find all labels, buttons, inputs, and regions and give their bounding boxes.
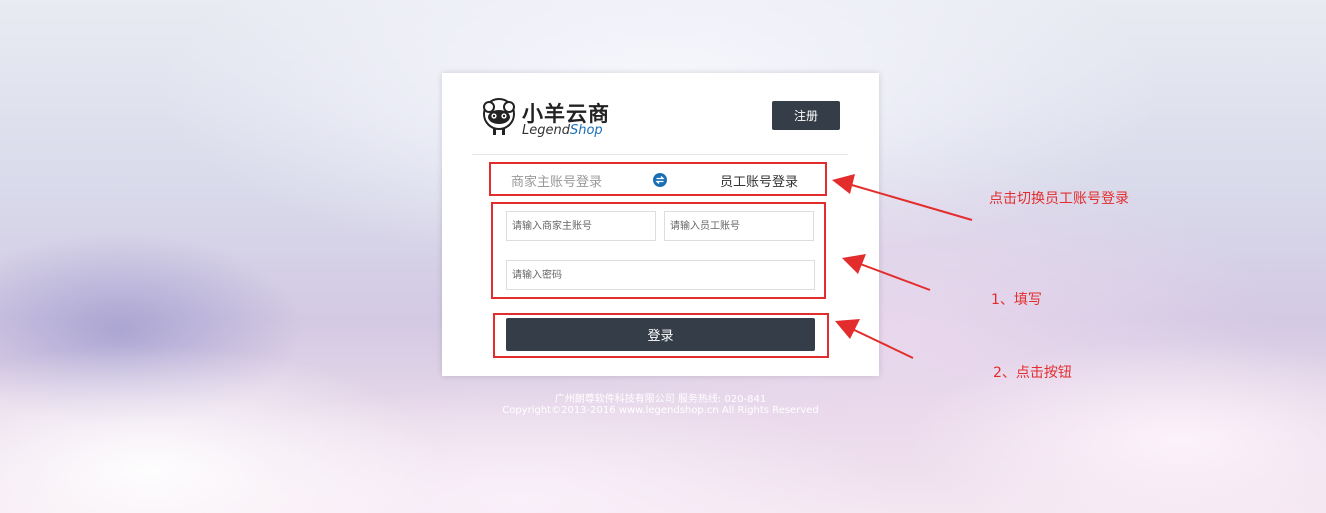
arrow-to-button-head [835, 319, 860, 339]
fill-annotation: 1、填写 [991, 292, 1042, 308]
arrow-to-tabs-head [832, 174, 855, 194]
footer-copyright-line: Copyright©2013-2016 www.legendshop.cn Al… [502, 405, 819, 416]
arrow-to-tabs-line [844, 182, 973, 221]
switch-annotation: 点击切换员工账号登录 [989, 191, 1129, 207]
click-annotation: 2、点击按钮 [993, 365, 1072, 381]
arrow-to-inputs-line [854, 261, 931, 291]
arrow-to-button-line [847, 326, 914, 359]
footer-company-line: 广州朗尊软件科技有限公司 服务热线: 020-841 [554, 394, 767, 405]
annotation-arrows [832, 174, 973, 359]
